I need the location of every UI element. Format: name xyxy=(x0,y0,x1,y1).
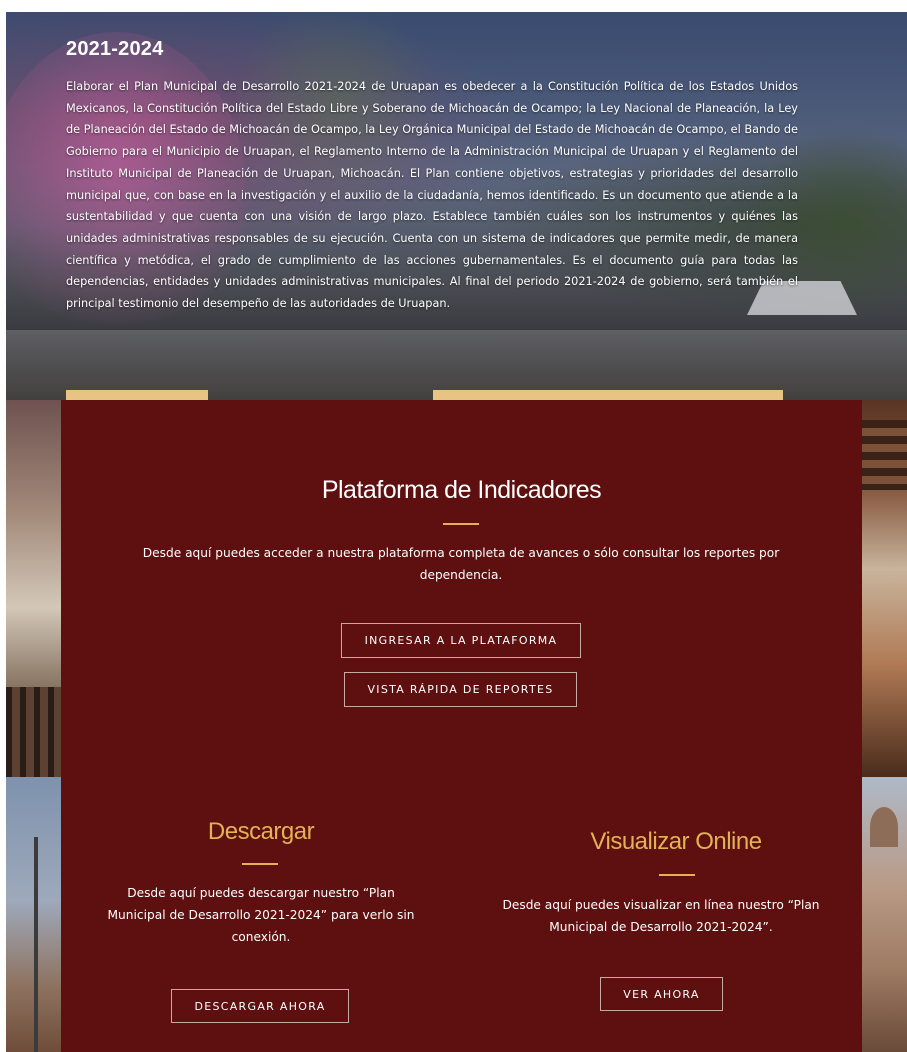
visualizar-divider xyxy=(659,874,695,876)
content-panel: Plataforma de Indicadores Desde aquí pue… xyxy=(61,400,862,1052)
visualizar-title: Visualizar Online xyxy=(590,828,762,855)
indicadores-title: Plataforma de Indicadores xyxy=(321,476,602,504)
descargar-ahora-button[interactable]: DESCARGAR AHORA xyxy=(171,989,349,1023)
hero-tab-accent xyxy=(433,390,783,400)
side-photo-beams xyxy=(862,420,907,490)
side-photo-left-top xyxy=(6,400,61,777)
vista-reportes-button[interactable]: VISTA RÁPIDA DE REPORTES xyxy=(344,672,577,707)
side-photo-dome xyxy=(870,807,898,847)
ver-ahora-button[interactable]: VER AHORA xyxy=(600,977,723,1011)
side-photo-right-top xyxy=(862,400,907,777)
descargar-description: Desde aquí puedes descargar nuestro “Pla… xyxy=(107,886,415,944)
ingresar-plataforma-button[interactable]: INGRESAR A LA PLATAFORMA xyxy=(341,623,581,658)
descargar-divider xyxy=(242,863,278,865)
hero-banner: 2021-2024 Elaborar el Plan Municipal de … xyxy=(6,12,907,400)
descargar-title: Descargar xyxy=(207,818,315,845)
hero-tab-accent xyxy=(66,390,208,400)
visualizar-description: Desde aquí puedes visualizar en línea nu… xyxy=(502,898,820,934)
side-photo-left-bottom xyxy=(6,777,61,1052)
side-photo-railing xyxy=(6,687,61,777)
side-photo-pole xyxy=(34,837,38,1052)
indicadores-description: Desde aquí puedes acceder a nuestra plat… xyxy=(142,546,780,582)
indicadores-divider xyxy=(443,523,479,525)
hero-text: Elaborar el Plan Municipal de Desarrollo… xyxy=(66,80,798,311)
side-photo-right-bottom xyxy=(862,777,907,1052)
hero-title: 2021-2024 xyxy=(66,38,164,60)
